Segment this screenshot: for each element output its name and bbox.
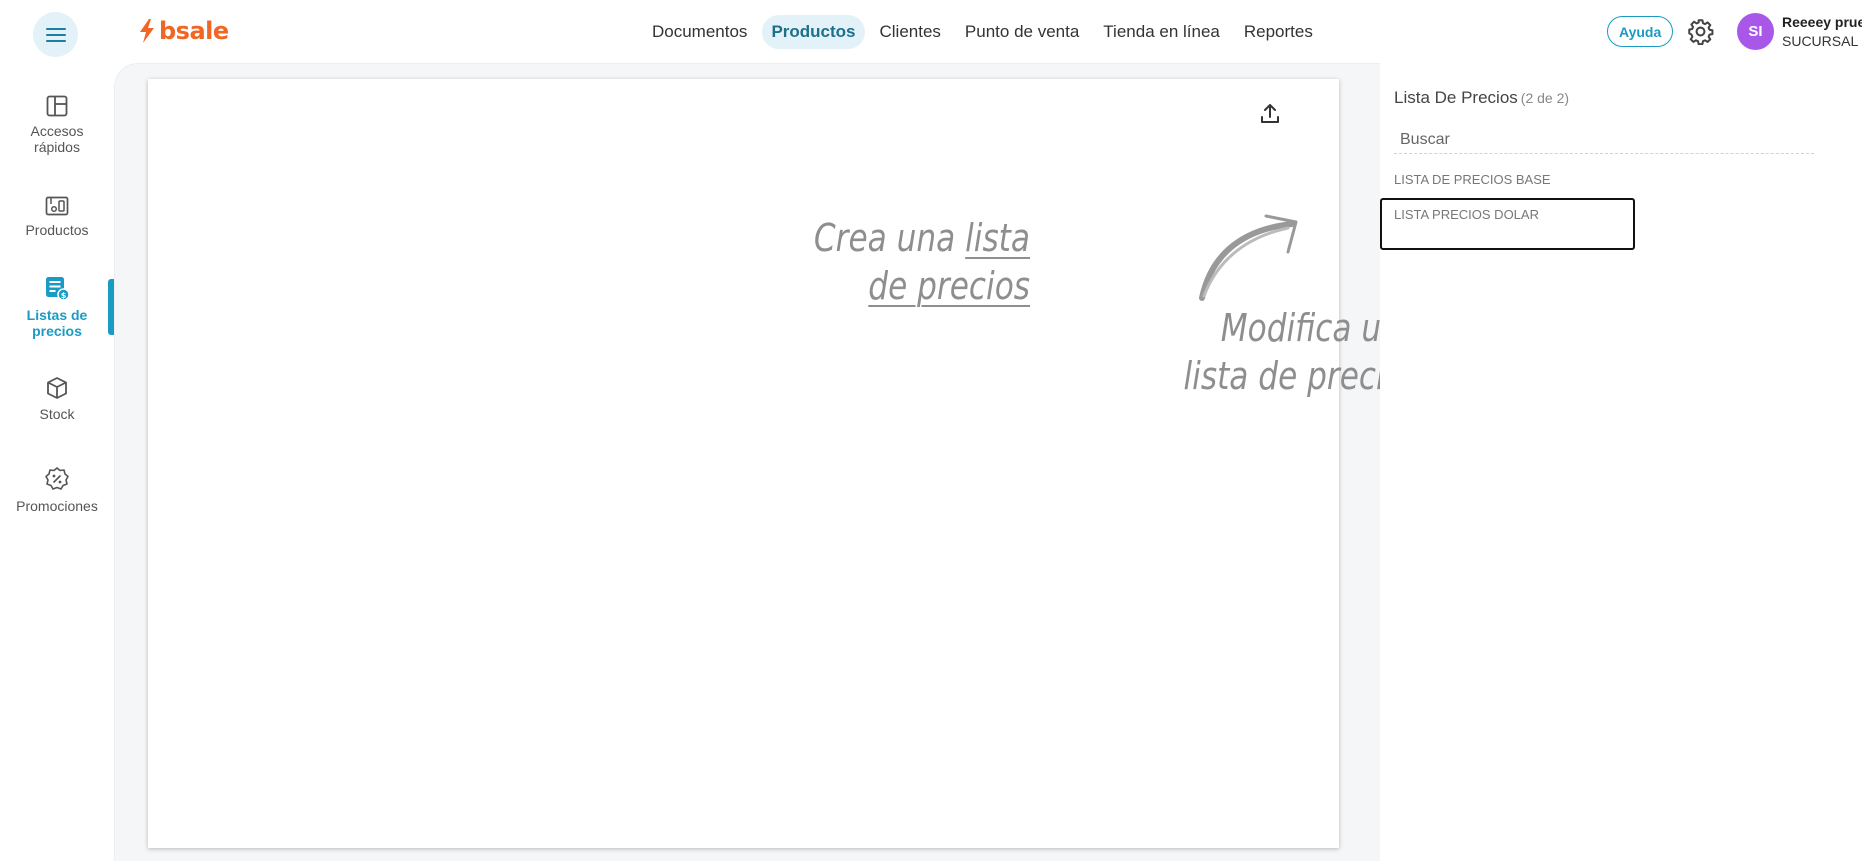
gear-icon[interactable]: [1687, 18, 1714, 45]
sidebar-item-label: Promociones: [16, 498, 98, 514]
sidebar-item-promociones[interactable]: Promociones: [0, 466, 114, 514]
avatar[interactable]: SI: [1737, 13, 1774, 50]
sidebar-item-label: Listas de precios: [26, 307, 88, 339]
sidebar-item-listas-de-precios[interactable]: $ Listas de precios: [0, 275, 114, 339]
products-icon: [45, 196, 69, 216]
promo-badge-icon: [45, 467, 69, 490]
hamburger-icon: [45, 27, 66, 42]
help-button[interactable]: Ayuda: [1607, 16, 1674, 47]
sidebar: Accesos rápidos Productos $ Listas de pr…: [0, 63, 114, 861]
list-item-precios-base[interactable]: LISTA DE PRECIOS BASE: [1394, 172, 1551, 187]
nav-clientes[interactable]: Clientes: [871, 15, 950, 49]
sidebar-item-accesos-rapidos[interactable]: Accesos rápidos: [0, 95, 114, 155]
brand-name: bsale: [159, 17, 229, 45]
main-nav: Documentos Productos Clientes Punto de v…: [643, 15, 1322, 49]
sidebar-item-productos[interactable]: Productos: [0, 196, 114, 238]
user-name: Reeeey prue: [1782, 14, 1862, 30]
content-canvas: [148, 79, 1339, 848]
hint-create-link-word: lista: [965, 216, 1030, 260]
price-list-icon: $: [46, 277, 70, 301]
hint-modify-line1: Modifica una: [1220, 306, 1420, 350]
box-icon: [47, 377, 67, 399]
bolt-icon: [140, 19, 154, 43]
nav-productos[interactable]: Productos: [762, 15, 865, 49]
sidebar-item-stock[interactable]: Stock: [0, 376, 114, 422]
hint-create-price-list: Crea una lista de precios: [759, 214, 1030, 310]
menu-button[interactable]: [33, 12, 78, 57]
panel-title-text: Lista De Precios: [1394, 88, 1518, 107]
sidebar-item-label: Accesos rápidos: [30, 123, 84, 155]
search-input[interactable]: [1394, 126, 1814, 154]
hint-modify-price-list: Modifica una lista de precios: [1076, 304, 1420, 400]
upload-icon[interactable]: [1258, 102, 1282, 126]
hint-modify-line2: lista de precios: [1183, 354, 1420, 398]
top-bar: bsale Documentos Productos Clientes Punt…: [0, 0, 1862, 63]
svg-text:$: $: [61, 291, 67, 300]
sidebar-item-label: Stock: [39, 406, 75, 422]
nav-documentos[interactable]: Documentos: [643, 15, 756, 49]
list-item-precios-dolar[interactable]: LISTA PRECIOS DOLAR: [1380, 198, 1635, 250]
user-info[interactable]: Reeeey prue SUCURSAL 1: [1782, 14, 1862, 49]
nav-reportes[interactable]: Reportes: [1235, 15, 1322, 49]
user-branch: SUCURSAL 1: [1782, 33, 1862, 49]
nav-punto-de-venta[interactable]: Punto de venta: [956, 15, 1088, 49]
nav-tienda-en-linea[interactable]: Tienda en línea: [1094, 15, 1229, 49]
panel-title: Lista De Precios (2 de 2): [1394, 88, 1569, 108]
hint-create-link-line2: de precios: [868, 264, 1030, 308]
hint-create-text: Crea una: [813, 216, 966, 260]
panel-count: (2 de 2): [1520, 90, 1570, 106]
layout-icon: [46, 95, 68, 117]
bsale-logo[interactable]: bsale: [138, 16, 229, 46]
curved-arrow-icon: [1199, 214, 1298, 301]
sidebar-item-label: Productos: [25, 222, 89, 238]
